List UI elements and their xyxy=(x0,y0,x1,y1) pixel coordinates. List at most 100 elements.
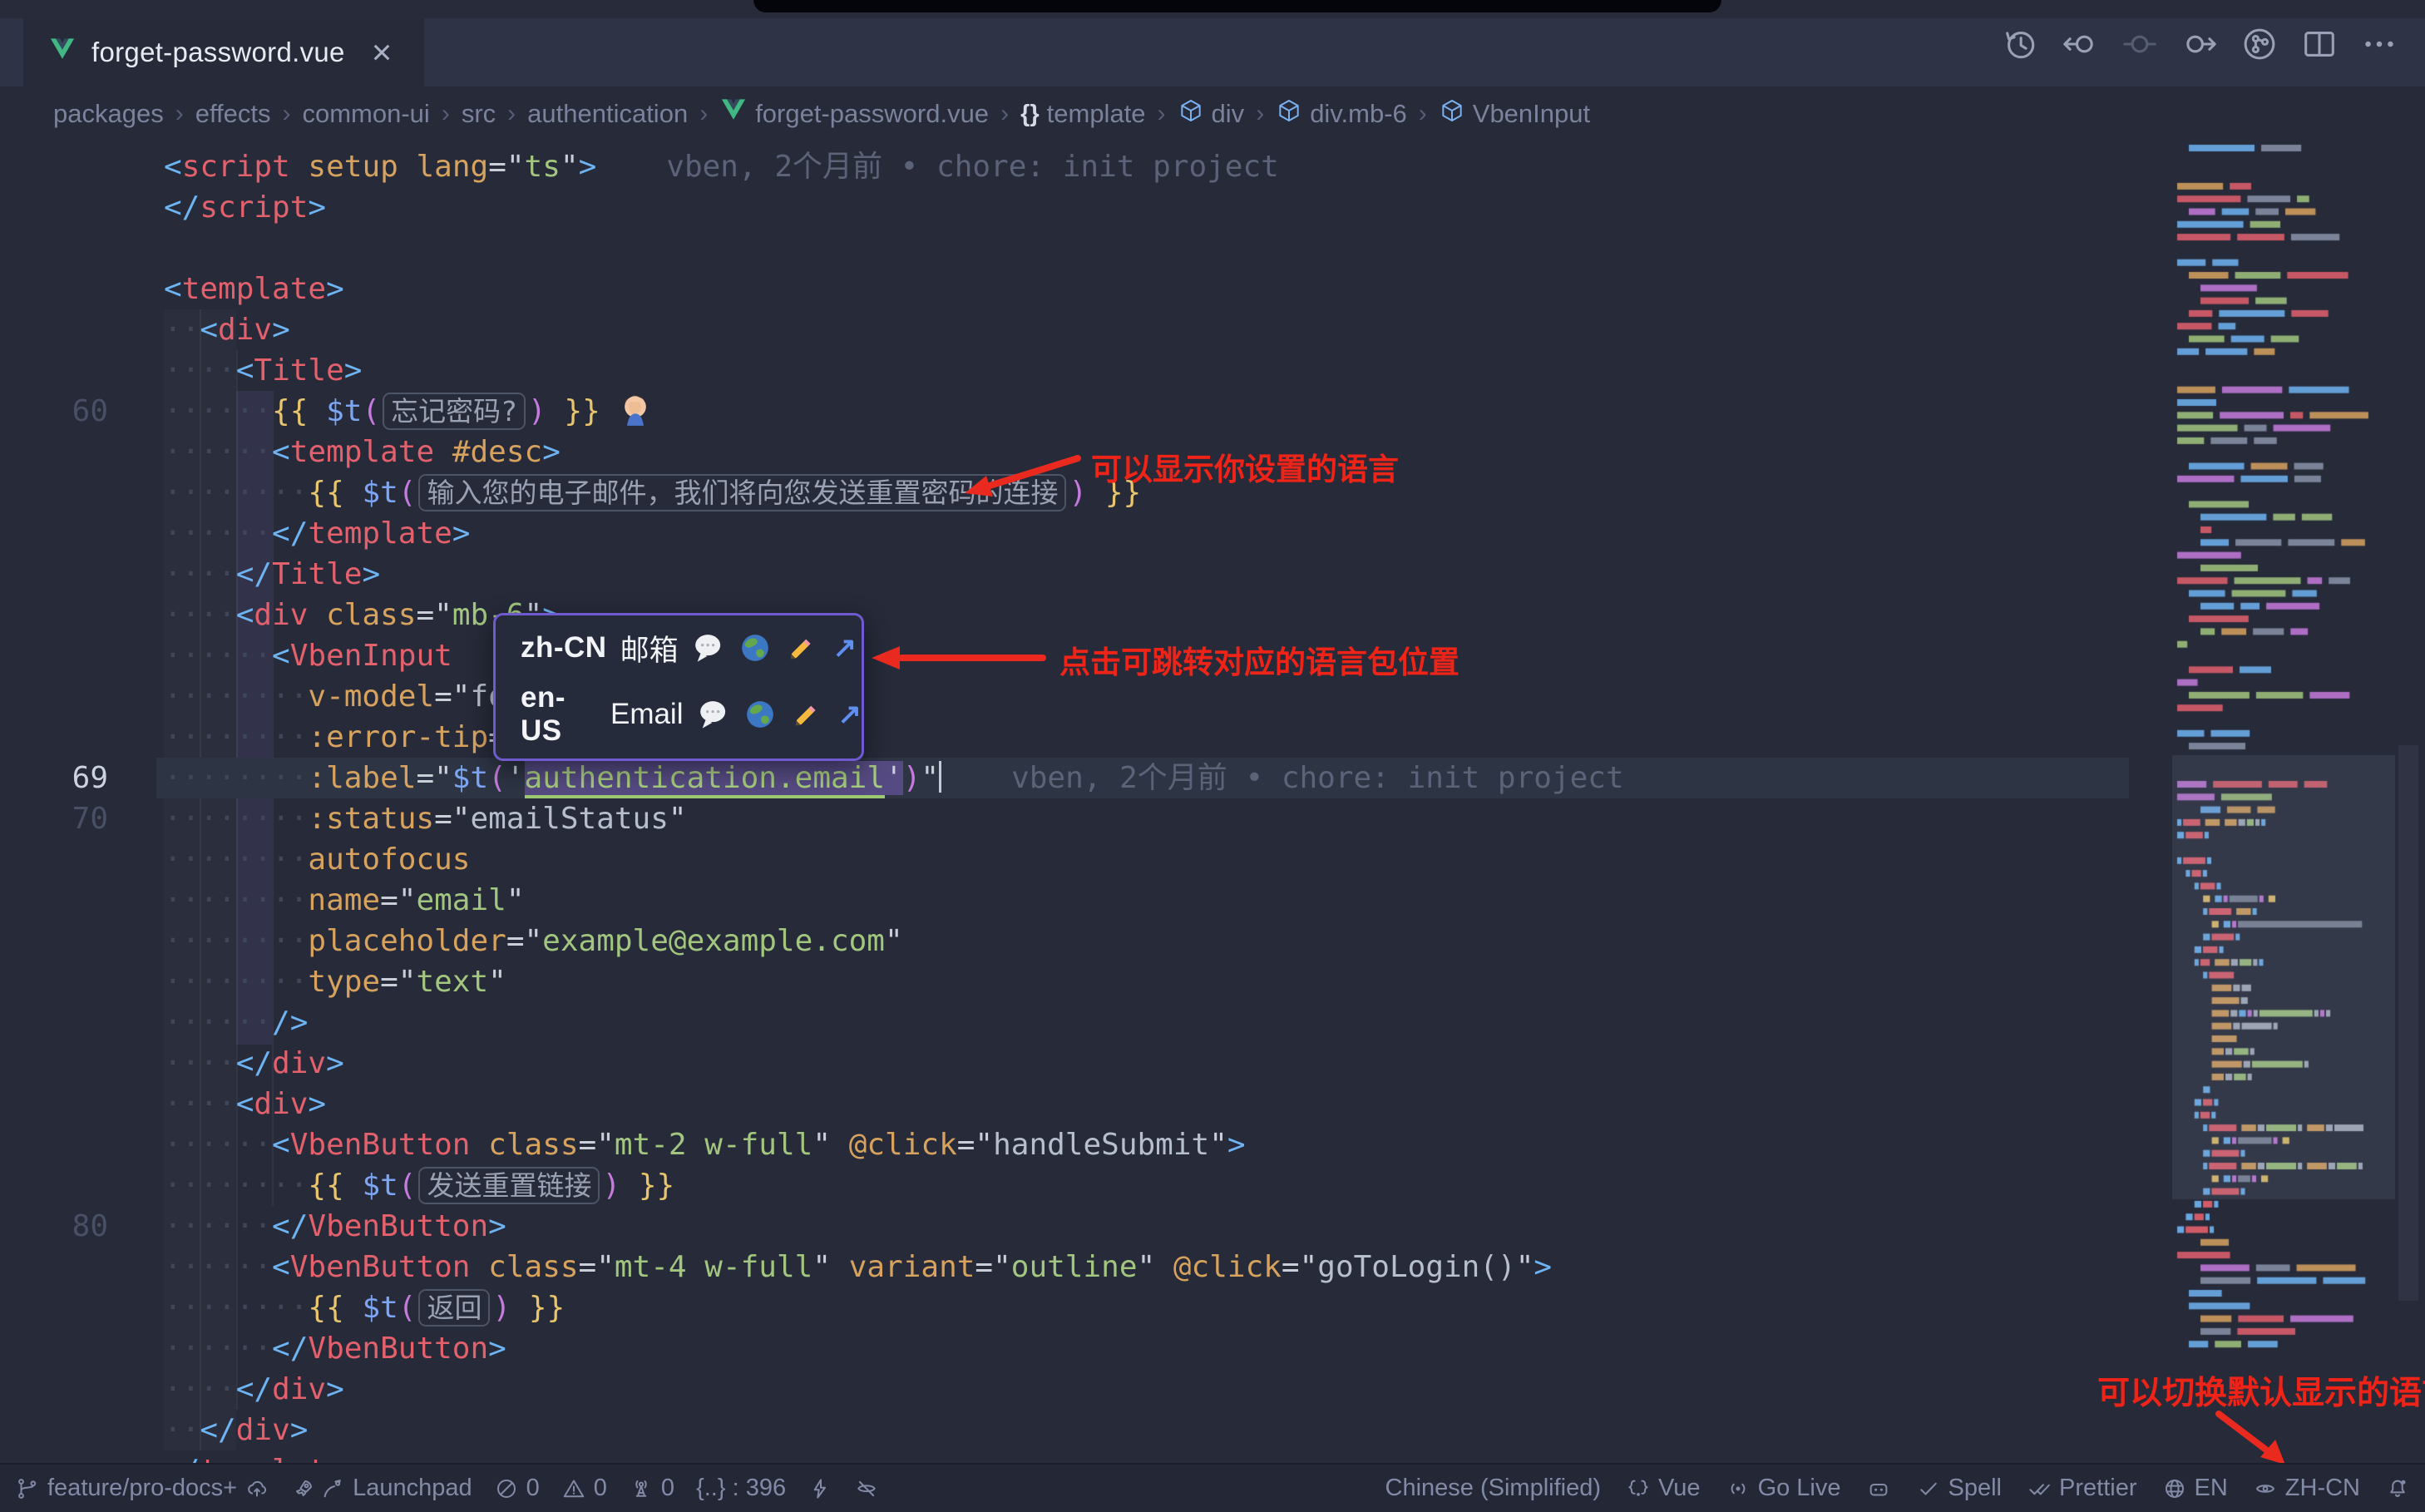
code-line-63[interactable]: ······</template> xyxy=(0,513,2172,554)
code-line-84[interactable]: ····</div> xyxy=(0,1369,2172,1410)
translation-value: 邮箱 xyxy=(620,627,679,670)
i18n-hover-popup: zh-CN邮箱↗en-USEmail↗ xyxy=(493,613,864,761)
code-text: ······</VbenButton> xyxy=(164,1328,506,1369)
statusbar-warnings[interactable]: 0 xyxy=(561,1475,607,1502)
statusbar-go-live[interactable]: Go Live xyxy=(1726,1475,1841,1502)
source-control-graph-button[interactable] xyxy=(2240,25,2279,63)
statusbar-ports[interactable]: 0 xyxy=(629,1475,674,1502)
code-line-67[interactable]: ········v-model="for xyxy=(0,676,2172,717)
i18n-inline-hint[interactable]: 返回 xyxy=(418,1289,490,1327)
code-line-71[interactable]: ········autofocus xyxy=(0,839,2172,880)
launch-icon xyxy=(320,1476,345,1501)
current-change-button xyxy=(2121,25,2159,63)
code-line-56[interactable] xyxy=(0,228,2172,269)
git-blame-annotation: vben, 2个月前 • chore: init project xyxy=(1011,761,1624,795)
i18n-key-highlight[interactable]: authentication.email xyxy=(525,761,885,798)
i18n-inline-hint[interactable]: 忘记密码? xyxy=(383,393,526,430)
code-line-59[interactable]: ····<Title> xyxy=(0,350,2172,391)
code-line-70[interactable]: 70········:status="emailStatus" xyxy=(0,798,2172,839)
statusbar-vue-language-server[interactable]: Vue xyxy=(1626,1475,1701,1502)
code-text: ········v-model="for xyxy=(164,676,525,717)
statusbar-spell[interactable]: Spell xyxy=(1916,1475,2003,1502)
code-line-82[interactable]: ········{{ $t(返回) }} xyxy=(0,1287,2172,1328)
jump-to-language-pack-icon[interactable]: ↗ xyxy=(838,698,862,731)
code-line-54[interactable]: <script setup lang="ts">vben, 2个月前 • cho… xyxy=(0,146,2172,187)
statusbar-notifications[interactable] xyxy=(2385,1476,2410,1501)
code-line-58[interactable]: ··<div> xyxy=(0,309,2172,350)
translation-value: Email xyxy=(610,698,684,731)
broadcast-icon xyxy=(1726,1476,1751,1501)
code-line-85[interactable]: ··</div> xyxy=(0,1410,2172,1450)
next-change-button[interactable] xyxy=(2181,25,2219,63)
globe-icon xyxy=(2162,1476,2187,1501)
code-line-72[interactable]: ········name="email" xyxy=(0,880,2172,921)
code-line-79[interactable]: ········{{ $t(发送重置链接) }} xyxy=(0,1165,2172,1206)
code-line-62[interactable]: ········{{ $t(输入您的电子邮件，我们将向您发送重置密码的连接) }… xyxy=(0,472,2172,513)
globe-emoji-icon[interactable] xyxy=(738,631,772,665)
code-text: ····<div> xyxy=(164,1084,326,1124)
code-line-76[interactable]: ····</div> xyxy=(0,1043,2172,1084)
jump-to-language-pack-icon[interactable]: ↗ xyxy=(833,631,857,665)
warning-icon xyxy=(561,1476,586,1501)
code-line-61[interactable]: ······<template #desc> xyxy=(0,432,2172,472)
facepalm-emoji xyxy=(618,394,653,428)
code-line-75[interactable]: ······/> xyxy=(0,1002,2172,1043)
code-line-81[interactable]: ······<VbenButton class="mt-4 w-full" va… xyxy=(0,1247,2172,1287)
code-text: ······</template> xyxy=(164,513,470,554)
i18n-inline-hint[interactable]: 发送重置链接 xyxy=(418,1167,600,1204)
code-line-74[interactable]: ········type="text" xyxy=(0,961,2172,1002)
code-text: ······</VbenButton> xyxy=(164,1206,506,1247)
editor-action-toolbar xyxy=(2001,25,2398,63)
line-number: 60 xyxy=(0,391,108,432)
code-editor[interactable]: <script setup lang="ts">vben, 2个月前 • cho… xyxy=(0,0,2425,1512)
statusbar-git-branch[interactable]: feature/pro-docs+ xyxy=(15,1475,269,1502)
code-text: ··</div> xyxy=(164,1410,308,1450)
previous-change-button[interactable] xyxy=(2061,25,2099,63)
code-line-68[interactable]: ········:error-tip=" xyxy=(0,717,2172,758)
code-text: ······<VbenButton class="mt-2 w-full" @c… xyxy=(164,1124,1246,1165)
statusbar-errors[interactable]: 0 xyxy=(494,1475,540,1502)
globe-emoji-icon[interactable] xyxy=(743,698,777,731)
statusbar-copilot[interactable] xyxy=(1866,1476,1891,1501)
code-line-69[interactable]: 69········:label="$t('authentication.ema… xyxy=(0,758,2172,798)
code-line-65[interactable]: ····<div class="mb-6"> xyxy=(0,595,2172,635)
statusbar-i18n-keys[interactable]: {..} : 396 xyxy=(696,1475,786,1502)
zap-icon xyxy=(808,1476,832,1501)
pencil-emoji-icon[interactable] xyxy=(790,698,823,731)
more-actions-button[interactable] xyxy=(2360,25,2398,63)
timeline-history-button[interactable] xyxy=(2001,25,2039,63)
statusbar-display-language[interactable]: EN xyxy=(2162,1475,2228,1502)
git-branch-icon xyxy=(15,1476,40,1501)
code-text: <script setup lang="ts">vben, 2个月前 • cho… xyxy=(164,146,1279,187)
code-line-77[interactable]: ····<div> xyxy=(0,1084,2172,1124)
rocket-icon xyxy=(291,1476,316,1501)
code-text: ······<template #desc> xyxy=(164,432,561,472)
code-line-55[interactable]: </script> xyxy=(0,187,2172,228)
statusbar-launchpad[interactable]: Launchpad xyxy=(291,1475,472,1502)
vertical-scrollbar[interactable] xyxy=(2398,745,2418,1301)
vscode-window: forget-password.vue × packages›effects›c… xyxy=(0,0,2425,1512)
speech-balloon-icon[interactable] xyxy=(697,698,730,731)
statusbar-zap[interactable] xyxy=(808,1476,832,1501)
i18n-inline-hint[interactable]: 输入您的电子邮件，我们将向您发送重置密码的连接 xyxy=(418,474,1066,511)
code-line-64[interactable]: ····</Title> xyxy=(0,554,2172,595)
code-line-73[interactable]: ········placeholder="example@example.com… xyxy=(0,921,2172,961)
statusbar-prettier[interactable]: Prettier xyxy=(2027,1475,2136,1502)
code-line-80[interactable]: 80······</VbenButton> xyxy=(0,1206,2172,1247)
statusbar-screen-reader-off[interactable] xyxy=(854,1476,879,1501)
camera-notch xyxy=(753,0,1721,12)
pencil-emoji-icon[interactable] xyxy=(785,631,818,665)
code-line-60[interactable]: 60······{{ $t(忘记密码?) }} xyxy=(0,391,2172,432)
split-editor-button[interactable] xyxy=(2300,25,2339,63)
minimap[interactable] xyxy=(2172,141,2395,1462)
speech-balloon-icon[interactable] xyxy=(692,631,725,665)
code-text: ········{{ $t(发送重置链接) }} xyxy=(164,1165,674,1206)
check-icon xyxy=(1916,1476,1941,1501)
statusbar-encoding-language[interactable]: Chinese (Simplified) xyxy=(1385,1475,1602,1502)
code-line-78[interactable]: ······<VbenButton class="mt-2 w-full" @c… xyxy=(0,1124,2172,1165)
code-line-83[interactable]: ······</VbenButton> xyxy=(0,1328,2172,1369)
code-line-57[interactable]: <template> xyxy=(0,269,2172,309)
annotation-display-language: 可以显示你设置的语言 xyxy=(1091,444,1399,489)
code-text: ········:status="emailStatus" xyxy=(164,798,687,839)
statusbar-i18n-preview-locale[interactable]: ZH-CN xyxy=(2253,1475,2360,1502)
